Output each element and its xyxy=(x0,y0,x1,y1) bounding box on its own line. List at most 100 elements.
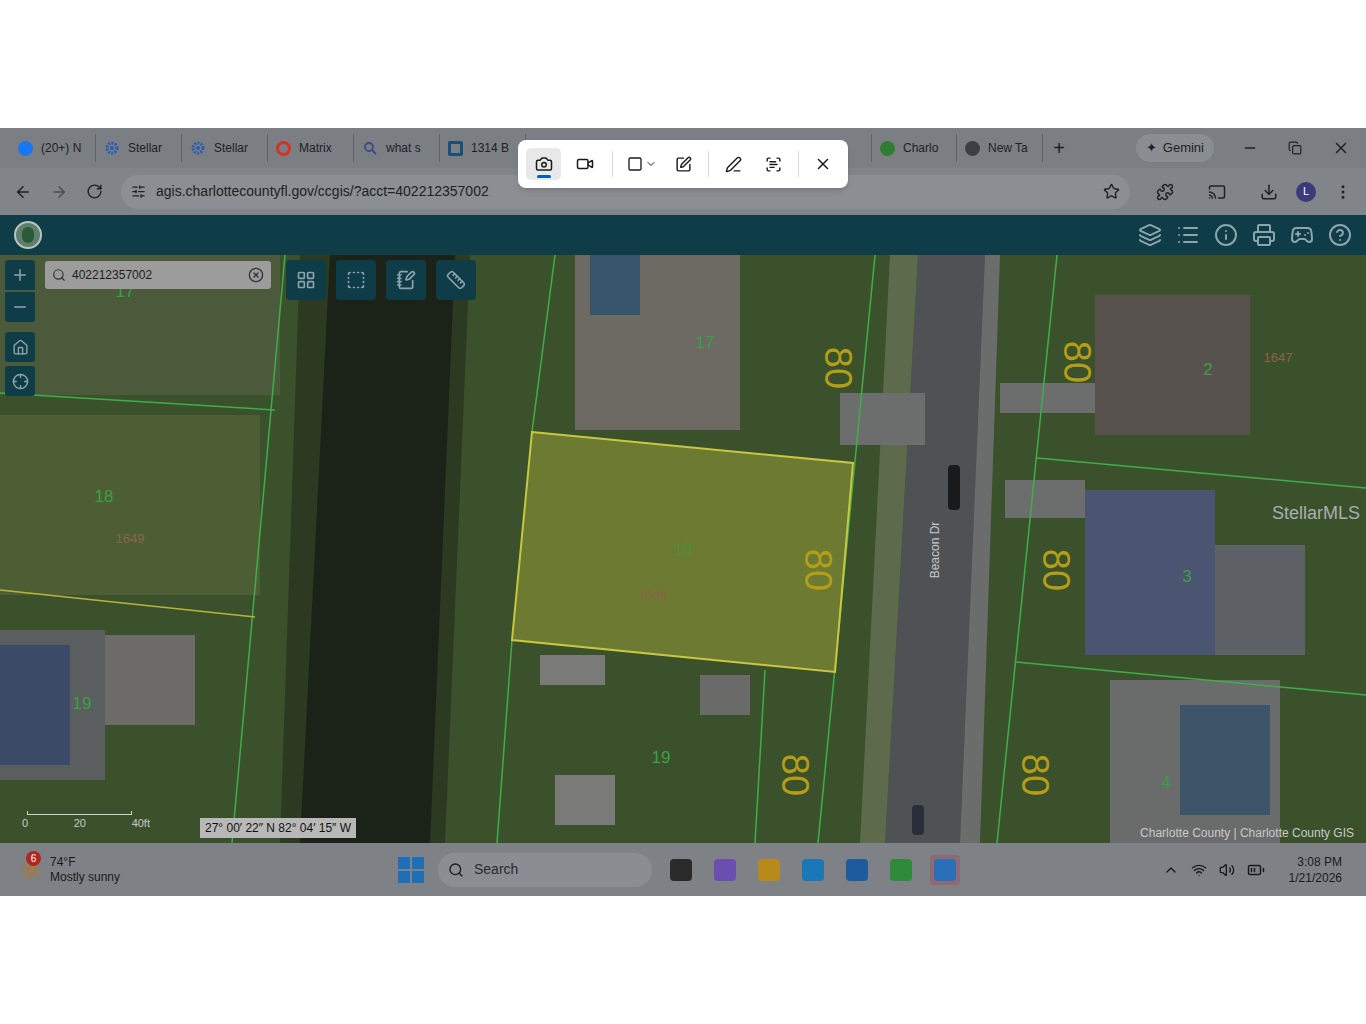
text-scan-icon xyxy=(765,156,782,173)
map-tool-button[interactable] xyxy=(336,260,376,300)
minimize-icon[interactable] xyxy=(1242,140,1258,156)
coordinates-display: 27° 00′ 22″ N 82° 04′ 15″ W xyxy=(200,818,356,838)
browser-tab[interactable]: Stellar xyxy=(182,134,268,162)
new-tab-button[interactable]: + xyxy=(1045,134,1073,162)
camera-icon xyxy=(535,155,553,173)
cast-icon[interactable] xyxy=(1208,183,1226,201)
battery-icon[interactable] xyxy=(1247,861,1265,879)
zoom-controls xyxy=(5,260,35,396)
clear-search-icon[interactable] xyxy=(248,267,264,283)
frontage-dimension: 80 xyxy=(776,754,814,796)
home-button[interactable] xyxy=(5,332,35,362)
legend-list-icon[interactable] xyxy=(1176,223,1200,247)
taskbar-app-icon[interactable] xyxy=(886,855,916,885)
profile-avatar[interactable]: L xyxy=(1296,182,1316,202)
menu-icon[interactable] xyxy=(1334,183,1352,201)
gemini-button[interactable]: ✦Gemini xyxy=(1136,134,1214,162)
street-label: Beacon Dr xyxy=(926,522,944,579)
weather-widget[interactable]: 674°FMostly sunny xyxy=(18,855,398,885)
browser-tab[interactable]: (20+) N xyxy=(10,134,96,162)
edit-snip-button[interactable] xyxy=(667,148,700,180)
info-icon[interactable] xyxy=(1214,223,1238,247)
help-icon[interactable] xyxy=(1328,223,1352,247)
basemap-grid-icon xyxy=(296,270,316,290)
map-view[interactable]: 171819181917234164916481647808080808080B… xyxy=(0,255,1366,843)
taskbar-center: Search xyxy=(398,853,960,887)
clock[interactable]: 3:08 PM1/21/2026 xyxy=(1289,854,1342,886)
screenshot-mode-button[interactable] xyxy=(526,148,561,180)
map-tool-button[interactable] xyxy=(436,260,476,300)
taskbar-app-icon[interactable] xyxy=(930,855,960,885)
minus-icon xyxy=(11,298,29,316)
search-icon xyxy=(448,862,464,878)
url-text[interactable]: agis.charlottecountyfl.gov/ccgis/?acct=4… xyxy=(156,181,489,202)
taskbar-search[interactable]: Search xyxy=(438,853,652,887)
text-extract-button[interactable] xyxy=(757,148,790,180)
taskbar: 674°FMostly sunny Search 3:08 PM1/21/2026 xyxy=(0,843,1366,896)
browser-tab[interactable]: Stellar xyxy=(96,134,182,162)
tray-overflow-icon[interactable] xyxy=(1163,862,1179,878)
back-icon[interactable] xyxy=(14,183,32,201)
edit-icon xyxy=(675,156,692,173)
browser-window: (20+) NStellarStellarMatrixwhat s1314 BC… xyxy=(0,128,1366,896)
globe-icon xyxy=(880,141,895,156)
notes-icon xyxy=(396,270,416,290)
browser-tab[interactable]: 1314 B xyxy=(440,134,526,162)
lot-number: 3 xyxy=(1182,564,1191,590)
selected-parcel[interactable] xyxy=(512,432,853,672)
globe-icon xyxy=(965,141,980,156)
close-snip-button[interactable] xyxy=(807,148,840,180)
locate-button[interactable] xyxy=(5,366,35,396)
taskbar-app-icon[interactable] xyxy=(842,855,872,885)
map-toolbar xyxy=(286,260,476,300)
browser-tab[interactable]: Charlo xyxy=(871,134,957,162)
volume-icon[interactable] xyxy=(1219,862,1235,878)
widgets-icon[interactable] xyxy=(1290,223,1314,247)
extensions-icon[interactable] xyxy=(1156,183,1174,201)
browser-tab[interactable]: New Ta xyxy=(957,134,1043,162)
frontage-dimension: 80 xyxy=(819,347,857,389)
zoom-out-button[interactable] xyxy=(5,292,35,322)
search-icon xyxy=(362,140,378,156)
matrix-icon xyxy=(276,141,291,156)
start-button[interactable] xyxy=(398,857,424,883)
ruler-icon xyxy=(446,270,466,290)
parcel-search-box[interactable]: 402212357002 xyxy=(45,261,271,289)
gear-icon xyxy=(104,140,120,156)
map-tool-button[interactable] xyxy=(386,260,426,300)
reload-icon[interactable] xyxy=(86,183,103,200)
frontage-dimension: 80 xyxy=(1037,549,1075,591)
browser-tab[interactable]: what s xyxy=(354,134,440,162)
print-icon[interactable] xyxy=(1252,223,1276,247)
frontage-dimension: 80 xyxy=(799,549,837,591)
taskbar-app-icon[interactable] xyxy=(754,855,784,885)
scale-bar: 02040ft xyxy=(22,811,152,832)
snip-shape-dropdown[interactable] xyxy=(623,148,661,180)
screen: (20+) NStellarStellarMatrixwhat s1314 BC… xyxy=(0,0,1366,1024)
wifi-icon[interactable] xyxy=(1191,862,1207,878)
taskbar-app-icon[interactable] xyxy=(798,855,828,885)
taskbar-app-icon[interactable] xyxy=(710,855,740,885)
map-attribution: Charlotte County | Charlotte County GIS xyxy=(1140,824,1354,842)
frontage-dimension: 80 xyxy=(1058,341,1096,383)
bookmark-star-icon[interactable] xyxy=(1103,183,1120,200)
select-area-icon xyxy=(346,270,366,290)
site-info-icon[interactable] xyxy=(131,184,146,199)
video-mode-button[interactable] xyxy=(567,148,602,180)
markup-pen-button[interactable] xyxy=(717,148,750,180)
address-number: 1649 xyxy=(116,529,145,549)
address-number: 1648 xyxy=(639,585,668,605)
taskbar-app-icon[interactable] xyxy=(666,855,696,885)
layers-icon[interactable] xyxy=(1138,223,1162,247)
county-logo-icon xyxy=(14,221,42,249)
lot-number: 18 xyxy=(95,484,114,510)
browser-tab[interactable]: Matrix xyxy=(268,134,354,162)
home-icon xyxy=(12,339,29,356)
close-window-icon[interactable] xyxy=(1332,139,1350,157)
download-icon[interactable] xyxy=(1260,183,1278,201)
map-tool-button[interactable] xyxy=(286,260,326,300)
forward-icon[interactable] xyxy=(50,183,68,201)
zoom-in-button[interactable] xyxy=(5,260,35,290)
watermark: StellarMLS xyxy=(1272,500,1360,527)
restore-icon[interactable] xyxy=(1288,141,1302,155)
